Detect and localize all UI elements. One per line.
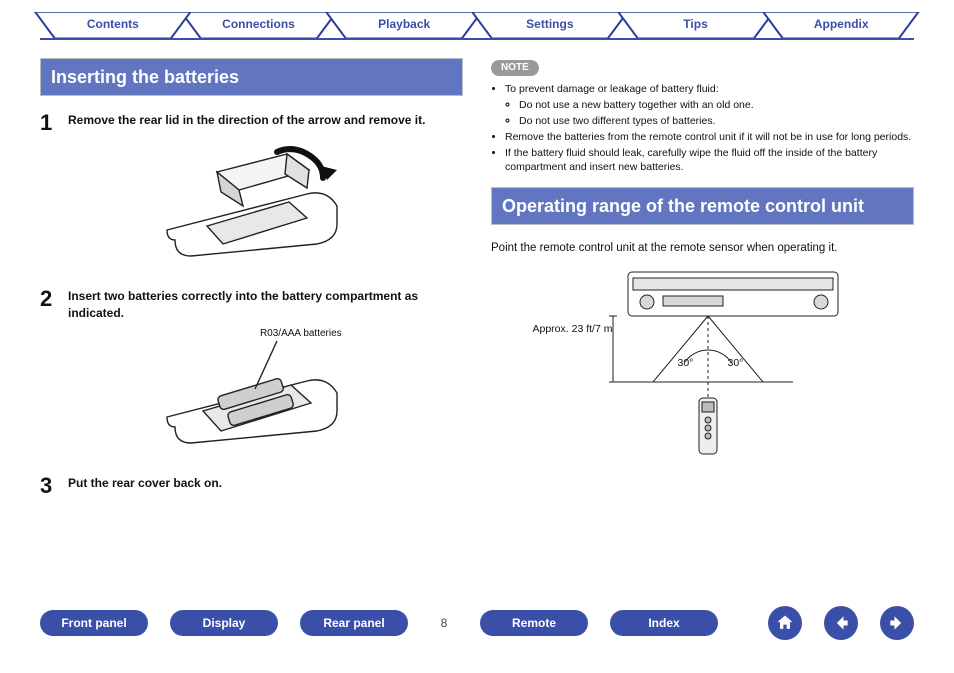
tab-appendix[interactable]: Appendix (760, 12, 922, 38)
battery-spec-label: R03/AAA batteries (260, 327, 342, 341)
figure-operating-range: Approx. 23 ft/7 m 30° 30° (533, 266, 873, 466)
note-subitem: Do not use two different types of batter… (519, 114, 914, 128)
main-content: Inserting the batteries 1 Remove the rea… (0, 40, 954, 600)
figure-remove-lid (40, 144, 463, 268)
step-3: 3 Put the rear cover back on. (40, 475, 463, 497)
note-item: Remove the batteries from the remote con… (505, 130, 914, 144)
step-2: 2 Insert two batteries correctly into th… (40, 288, 463, 320)
step-1-number: 1 (40, 112, 68, 134)
bottom-bar: Front panel Display Rear panel 8 Remote … (0, 600, 954, 646)
step-2-text: Insert two batteries correctly into the … (68, 288, 463, 320)
note-subitem: Do not use a new battery together with a… (519, 98, 914, 112)
note-item: If the battery fluid should leak, carefu… (505, 146, 914, 174)
tab-connections[interactable]: Connections (178, 12, 340, 38)
back-icon[interactable] (824, 606, 858, 640)
step-1: 1 Remove the rear lid in the direction o… (40, 112, 463, 134)
button-front-panel[interactable]: Front panel (40, 610, 148, 636)
button-index[interactable]: Index (610, 610, 718, 636)
heading-inserting-batteries: Inserting the batteries (40, 58, 463, 96)
top-tab-bar: Contents Connections Playback Settings T… (0, 0, 954, 38)
tab-settings[interactable]: Settings (469, 12, 631, 38)
heading-operating-range: Operating range of the remote control un… (491, 187, 914, 225)
forward-icon[interactable] (880, 606, 914, 640)
left-column: Inserting the batteries 1 Remove the rea… (40, 58, 463, 600)
tab-playback[interactable]: Playback (323, 12, 485, 38)
note-label: NOTE (491, 60, 539, 76)
right-column: NOTE To prevent damage or leakage of bat… (491, 58, 914, 600)
step-2-number: 2 (40, 288, 68, 320)
note-list: To prevent damage or leakage of battery … (491, 82, 914, 175)
tab-tips[interactable]: Tips (615, 12, 777, 38)
figure-insert-batteries: R03/AAA batteries (40, 331, 463, 455)
page-number: 8 (430, 615, 458, 631)
angle-left-label: 30° (678, 356, 694, 370)
note-item: To prevent damage or leakage of battery … (505, 82, 914, 96)
button-remote[interactable]: Remote (480, 610, 588, 636)
step-3-number: 3 (40, 475, 68, 497)
home-icon[interactable] (768, 606, 802, 640)
operating-range-intro: Point the remote control unit at the rem… (491, 241, 914, 257)
step-3-text: Put the rear cover back on. (68, 475, 463, 497)
step-1-text: Remove the rear lid in the direction of … (68, 112, 463, 134)
angle-right-label: 30° (728, 356, 744, 370)
range-distance-label: Approx. 23 ft/7 m (533, 322, 613, 336)
tab-contents[interactable]: Contents (32, 12, 194, 38)
button-display[interactable]: Display (170, 610, 278, 636)
button-rear-panel[interactable]: Rear panel (300, 610, 408, 636)
